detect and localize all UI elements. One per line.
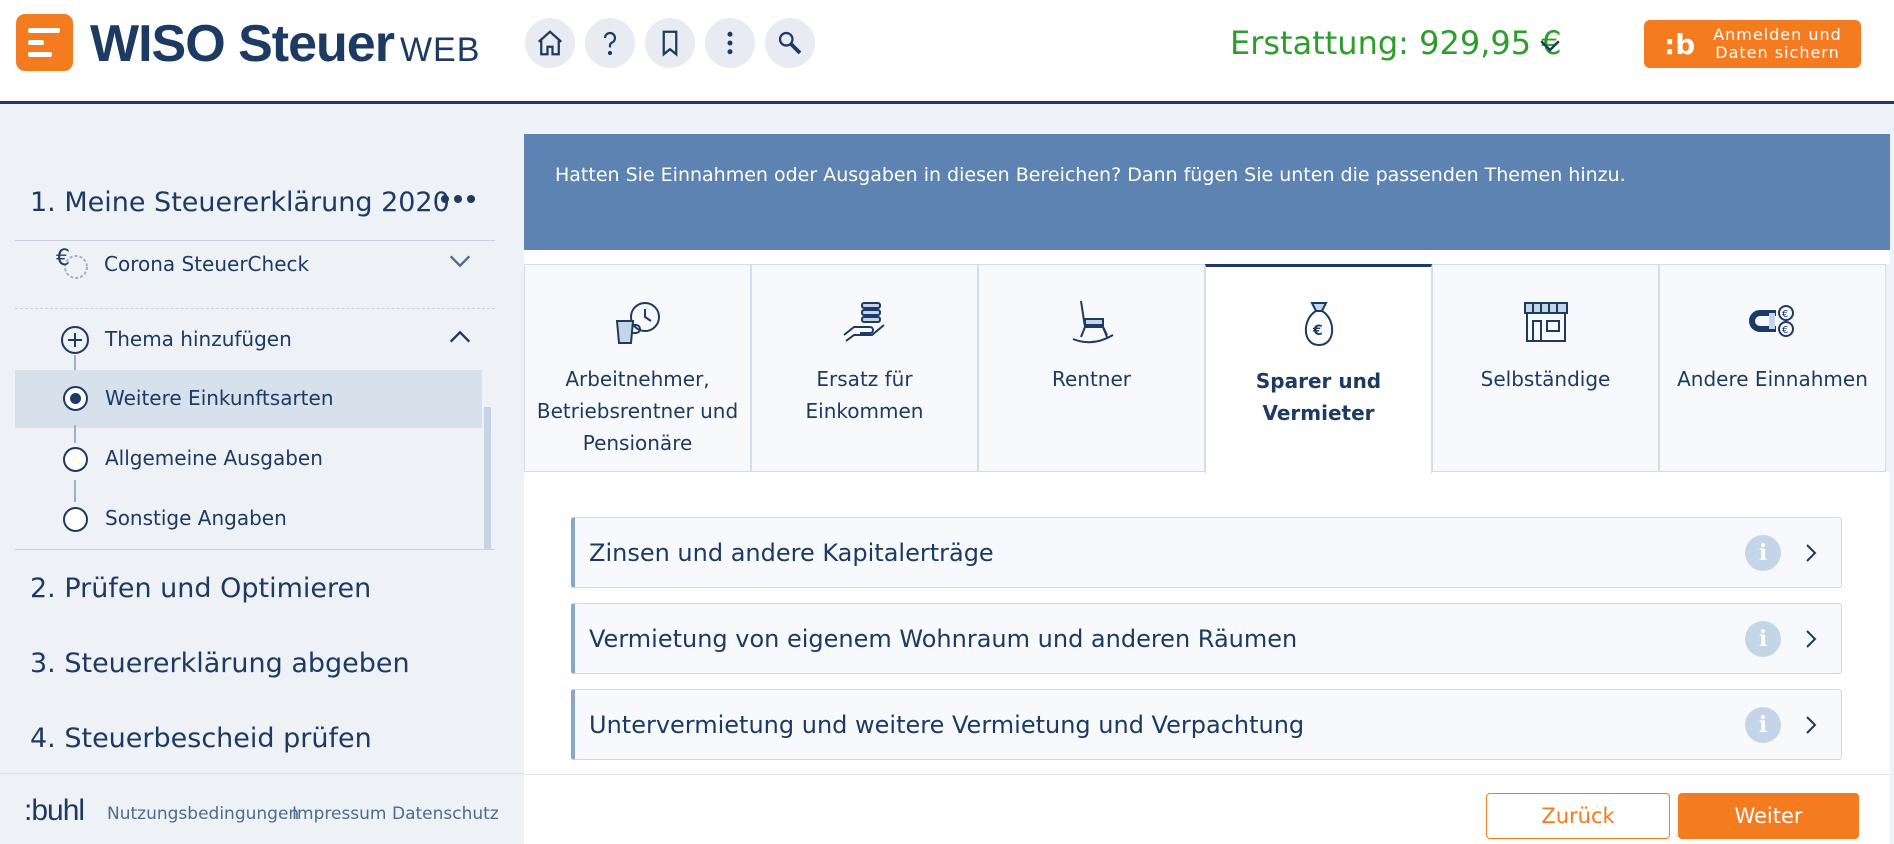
topic-row-kapitalertraege[interactable]: Zinsen und andere Kapitalerträge i	[571, 517, 1842, 588]
sidebar: 1. Meine Steuererklärung 2020 € Corona S…	[0, 107, 500, 844]
radio-weitere-einkunftsarten[interactable]	[63, 386, 88, 411]
hand-money-icon	[842, 302, 885, 342]
info-icon[interactable]: i	[1745, 706, 1781, 743]
chevron-right-icon[interactable]	[1799, 713, 1823, 737]
info-icon[interactable]: i	[1745, 534, 1781, 571]
radio-sonstige-angaben[interactable]	[63, 507, 88, 532]
back-button[interactable]: Zurück	[1486, 793, 1670, 839]
footer: :buhl Nutzungsbedingungen Impressum Date…	[0, 773, 525, 844]
tab-andere-einnahmen[interactable]: € € Andere Einnahmen	[1659, 264, 1886, 472]
svg-text:€: €	[1312, 323, 1323, 339]
magnet-coins-icon: € €	[1748, 305, 1794, 337]
buhl-logo[interactable]: :buhl	[24, 794, 85, 828]
rocking-chair-icon	[1072, 300, 1114, 344]
sidebar-step-2[interactable]: 2. Prüfen und Optimieren	[30, 573, 371, 604]
tab-arbeitnehmer[interactable]: Arbeitnehmer, Betriebsrentner und Pensio…	[524, 264, 751, 472]
tab-label: Selbständige	[1480, 367, 1611, 391]
bookmark-icon[interactable]	[645, 18, 695, 68]
topic-row-label: Vermietung von eigenem Wohnraum und ande…	[589, 624, 1298, 653]
app-header: WISO Steuer WEB Erstattung: 929,95 € :b A…	[0, 0, 1894, 104]
tree-line	[74, 355, 76, 370]
tree-line	[74, 480, 76, 502]
chevron-right-icon[interactable]	[1799, 627, 1823, 651]
tab-label: Andere Einnahmen	[1677, 367, 1868, 391]
svg-text:€: €	[1782, 309, 1788, 320]
divider	[15, 549, 495, 550]
divider	[15, 308, 495, 309]
category-tabs: Arbeitnehmer, Betriebsrentner und Pensio…	[524, 264, 1890, 474]
sidebar-item-corona[interactable]: Corona SteuerCheck	[104, 252, 309, 276]
chevron-up-icon[interactable]	[446, 323, 474, 351]
home-icon[interactable]	[525, 18, 575, 68]
tab-label: Sparer und Vermieter	[1255, 369, 1382, 425]
more-vertical-icon[interactable]	[705, 18, 755, 68]
topic-row-vermietung[interactable]: Vermietung von eigenem Wohnraum und ande…	[571, 603, 1842, 674]
info-icon[interactable]: i	[1745, 620, 1781, 657]
shop-icon	[1523, 302, 1568, 342]
link-privacy[interactable]: Datenschutz	[392, 804, 499, 824]
tab-sparer-vermieter[interactable]: € Sparer und Vermieter	[1205, 264, 1432, 474]
search-icon[interactable]	[765, 18, 815, 68]
tab-label: Rentner	[1051, 367, 1132, 391]
tab-ersatz-einkommen[interactable]: Ersatz für Einkommen	[751, 264, 978, 472]
chevron-right-icon[interactable]	[1799, 541, 1823, 565]
sidebar-subitem-label[interactable]: Sonstige Angaben	[105, 506, 287, 530]
add-circle-icon[interactable]	[60, 325, 90, 355]
sidebar-subitem-label[interactable]: Weitere Einkunftsarten	[105, 386, 334, 410]
coffee-clock-icon	[615, 302, 660, 344]
svg-text:€: €	[56, 246, 70, 271]
login-button-label: Anmelden und Daten sichern	[1713, 25, 1842, 62]
sidebar-step-4[interactable]: 4. Steuerbescheid prüfen	[30, 723, 372, 754]
tab-selbstaendige[interactable]: Selbständige	[1432, 264, 1659, 472]
topic-row-label: Zinsen und andere Kapitalerträge	[589, 538, 994, 567]
help-icon[interactable]	[585, 18, 635, 68]
topic-row-label: Untervermietung und weitere Vermietung u…	[589, 710, 1305, 739]
wiso-logo-icon[interactable]	[16, 14, 73, 71]
step-options-icon[interactable]	[441, 195, 475, 205]
sidebar-step-1[interactable]: 1. Meine Steuererklärung 2020	[30, 187, 450, 218]
link-imprint[interactable]: Impressum	[292, 804, 387, 824]
link-terms[interactable]: Nutzungsbedingungen	[107, 804, 299, 824]
divider	[15, 240, 495, 241]
info-banner: Hatten Sie Einnahmen oder Ausgaben in di…	[524, 134, 1890, 250]
svg-text:€: €	[1782, 325, 1788, 336]
tab-rentner[interactable]: Rentner	[978, 264, 1205, 472]
tree-line	[74, 425, 76, 443]
corona-euro-icon: €	[56, 246, 88, 279]
login-b-icon: :b	[1664, 27, 1696, 61]
radio-allgemeine-ausgaben[interactable]	[63, 447, 88, 472]
refund-amount: Erstattung: 929,95 €	[1230, 24, 1562, 62]
app-brand: WISO Steuer WEB	[90, 15, 481, 73]
sidebar-item-add-topic[interactable]: Thema hinzufügen	[105, 327, 292, 351]
main-content: Hatten Sie Einnahmen oder Ausgaben in di…	[524, 134, 1890, 844]
next-button[interactable]: Weiter	[1678, 793, 1859, 839]
sidebar-subitem-label[interactable]: Allgemeine Ausgaben	[105, 446, 323, 470]
sidebar-scrollbar[interactable]	[484, 407, 491, 549]
login-save-button[interactable]: :b Anmelden und Daten sichern	[1644, 20, 1861, 68]
topic-row-untervermietung[interactable]: Untervermietung und weitere Vermietung u…	[571, 689, 1842, 760]
chevron-down-icon[interactable]	[446, 247, 474, 275]
sidebar-step-3[interactable]: 3. Steuererklärung abgeben	[30, 648, 410, 679]
money-bag-icon: €	[1304, 302, 1333, 347]
tab-label: Arbeitnehmer, Betriebsrentner und Pensio…	[536, 367, 739, 455]
navigation-bar: Zurück Weiter	[524, 774, 1890, 844]
tab-label: Ersatz für Einkommen	[805, 367, 924, 423]
refund-chevron-down-icon[interactable]	[1535, 30, 1565, 60]
